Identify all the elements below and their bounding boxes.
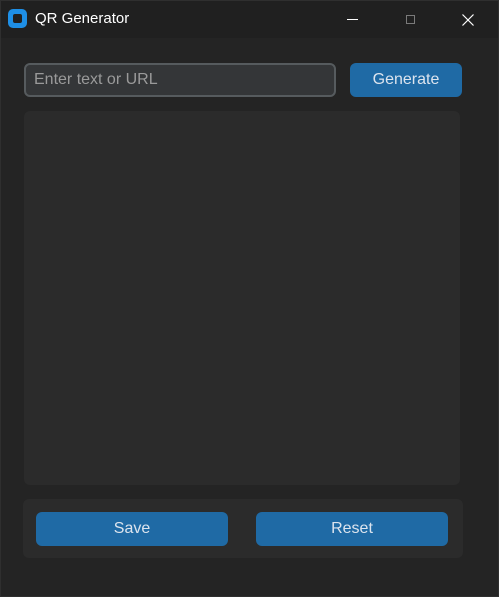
text-url-input[interactable]	[24, 63, 336, 97]
app-icon	[8, 9, 27, 28]
close-button[interactable]	[445, 1, 491, 38]
qr-display-area	[24, 111, 460, 485]
minimize-button[interactable]	[329, 1, 375, 38]
title-bar[interactable]: QR Generator	[1, 1, 498, 38]
maximize-icon	[405, 15, 415, 24]
window-title: QR Generator	[35, 10, 130, 27]
app-window: QR Generator Generate Save Reset	[0, 0, 499, 597]
reset-button[interactable]: Reset	[256, 512, 448, 546]
generate-button[interactable]: Generate	[350, 63, 462, 97]
close-icon	[462, 13, 474, 26]
save-button[interactable]: Save	[36, 512, 228, 546]
maximize-button[interactable]	[387, 1, 433, 38]
minimize-icon	[346, 19, 358, 20]
